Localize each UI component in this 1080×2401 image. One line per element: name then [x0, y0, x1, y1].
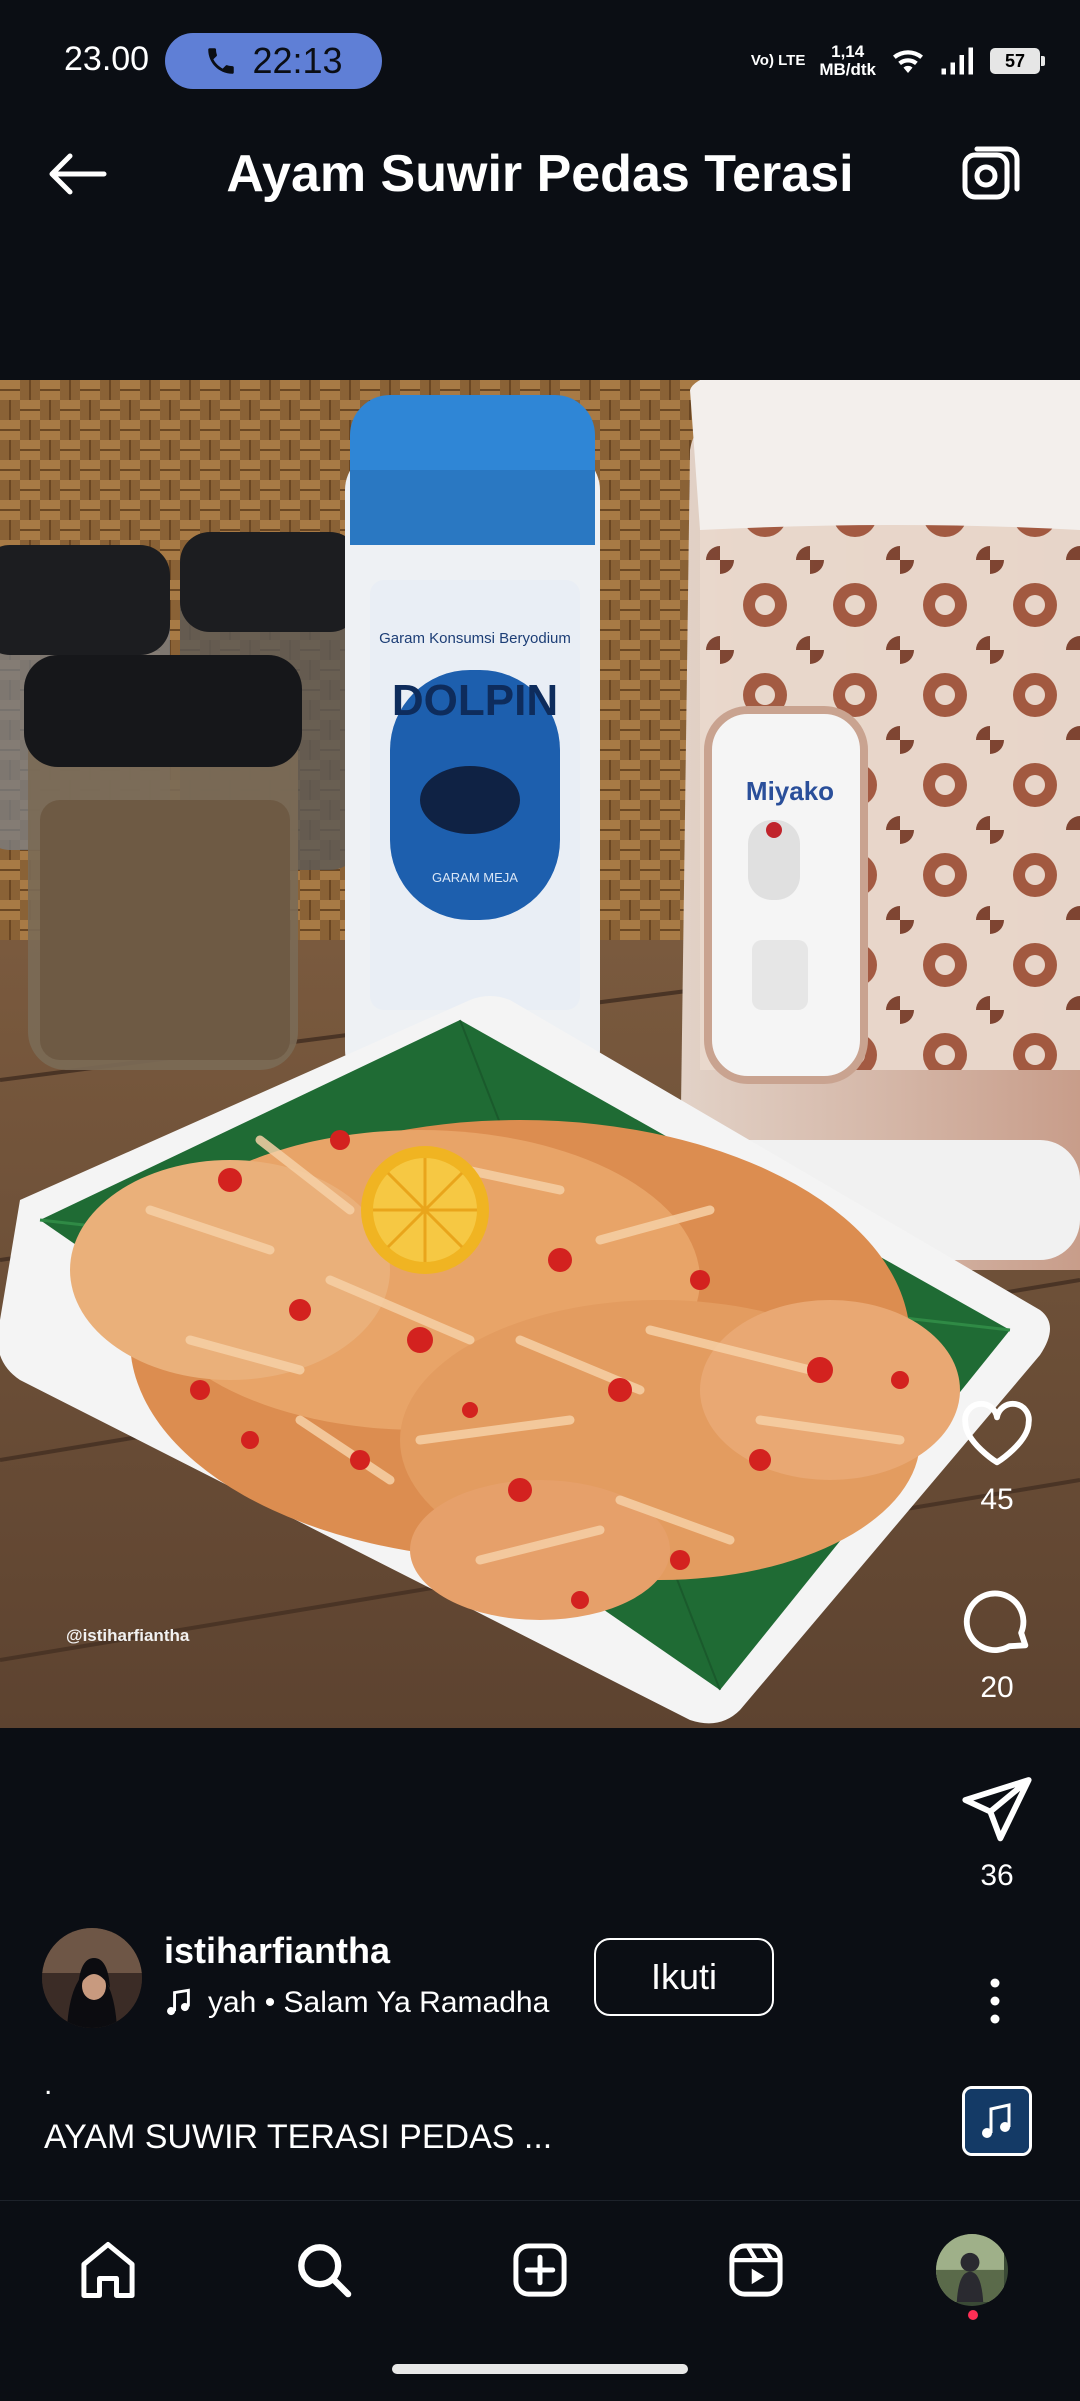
food-photo: Garam Konsumsi Beryodium DOLPIN GARAM ME… [0, 380, 1080, 1728]
reels-icon [729, 2243, 783, 2297]
author-username[interactable]: istiharfiantha [164, 1930, 390, 1972]
camera-icon [962, 146, 1020, 200]
caption-dot: . [44, 2068, 53, 2101]
status-bar: 23.00 22:13 Vo) LTE 1,14 MB/dtk 57 [0, 0, 1080, 96]
share-button[interactable]: 36 [942, 1770, 1052, 1893]
phone-icon [208, 48, 235, 74]
profile-avatar [936, 2234, 1008, 2306]
jar-sub-text: GARAM MEJA [432, 870, 518, 885]
page-title: Ayam Suwir Pedas Terasi [226, 145, 854, 203]
nav-profile[interactable] [926, 2224, 1018, 2316]
search-icon [298, 2244, 352, 2298]
volte-indicator: Vo) LTE [750, 52, 806, 69]
cooker-brand-text: Miyako [746, 776, 834, 806]
author-avatar[interactable] [42, 1928, 142, 2028]
home-indicator[interactable] [392, 2364, 688, 2374]
call-duration: 22:13 [252, 40, 343, 81]
status-clock: 23.00 [64, 40, 150, 78]
comment-count: 20 [980, 1671, 1014, 1704]
more-vertical-icon [990, 1978, 1000, 2024]
more-options-button[interactable] [960, 1966, 1030, 2036]
signal-icon [941, 47, 973, 75]
audio-thumbnail[interactable] [962, 2086, 1032, 2156]
send-icon [962, 1777, 1032, 1842]
music-note-icon [167, 1988, 190, 2016]
audio-track[interactable]: yah • Salam Ya Ramadha [164, 1986, 574, 2020]
nav-home[interactable] [62, 2224, 154, 2316]
audio-title: yah • Salam Ya Ramadha [208, 1986, 550, 2019]
music-note-icon [965, 2089, 1029, 2153]
avatar-image [42, 1928, 142, 2028]
post-image[interactable]: Garam Konsumsi Beryodium DOLPIN GARAM ME… [0, 380, 1080, 1728]
jar-brand-text: DOLPIN [392, 676, 558, 725]
nav-create[interactable] [494, 2224, 586, 2316]
notification-dot [968, 2310, 978, 2320]
like-count: 45 [980, 1483, 1014, 1516]
ongoing-call-pill[interactable]: 22:13 [165, 33, 382, 89]
share-count: 36 [980, 1859, 1014, 1892]
wifi-icon [893, 50, 923, 73]
heart-icon [962, 1400, 1032, 1466]
follow-button[interactable]: Ikuti [594, 1938, 774, 2016]
network-speed: 1,14 MB/dtk [819, 42, 876, 79]
image-watermark: @istiharfiantha [66, 1626, 190, 1645]
like-button[interactable]: 45 [942, 1394, 1052, 1517]
nav-reels[interactable] [710, 2224, 802, 2316]
profile-avatar-image [936, 2234, 1004, 2302]
camera-button[interactable] [952, 136, 1030, 214]
status-indicators: Vo) LTE 1,14 MB/dtk 57 [750, 36, 1045, 86]
comment-icon [963, 1590, 1029, 1653]
post-caption[interactable]: AYAM SUWIR TERASI PEDAS ... [44, 2118, 552, 2157]
nav-search[interactable] [278, 2224, 370, 2316]
comment-button[interactable]: 20 [942, 1582, 1052, 1705]
create-icon [513, 2243, 567, 2297]
home-icon [81, 2242, 135, 2298]
battery-indicator: 57 [990, 48, 1045, 74]
jar-label-text: Garam Konsumsi Beryodium [379, 630, 571, 647]
